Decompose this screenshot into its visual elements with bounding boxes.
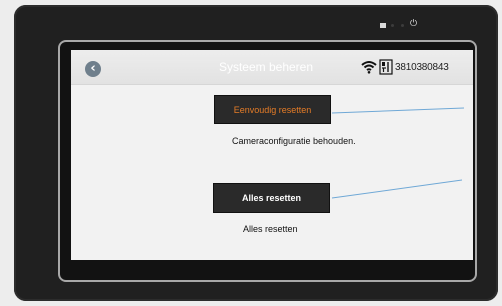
simple-reset-caption: Cameraconfiguratie behouden. xyxy=(232,136,356,146)
signal-indicator-icon xyxy=(380,23,386,28)
device-serial: 3810380843 xyxy=(395,62,449,73)
back-arrow-icon[interactable]: ‹ xyxy=(85,61,101,77)
led-dot-icon xyxy=(391,24,394,27)
wifi-icon xyxy=(361,61,377,74)
header-bar: ‹ Systeem beheren 3810380843 xyxy=(71,50,473,85)
led-dot-icon xyxy=(401,24,404,27)
simple-reset-button[interactable]: Eenvoudig resetten xyxy=(214,95,331,124)
full-reset-caption: Alles resetten xyxy=(243,224,298,234)
device-icon xyxy=(379,59,393,75)
page-title: Systeem beheren xyxy=(218,60,314,74)
power-icon[interactable]: ⏻ xyxy=(410,20,417,29)
status-indicators: ⏻ xyxy=(380,20,428,31)
full-reset-button[interactable]: Alles resetten xyxy=(213,183,330,213)
screen: ‹ Systeem beheren 3810380843 Eenvoudig r… xyxy=(71,50,473,260)
